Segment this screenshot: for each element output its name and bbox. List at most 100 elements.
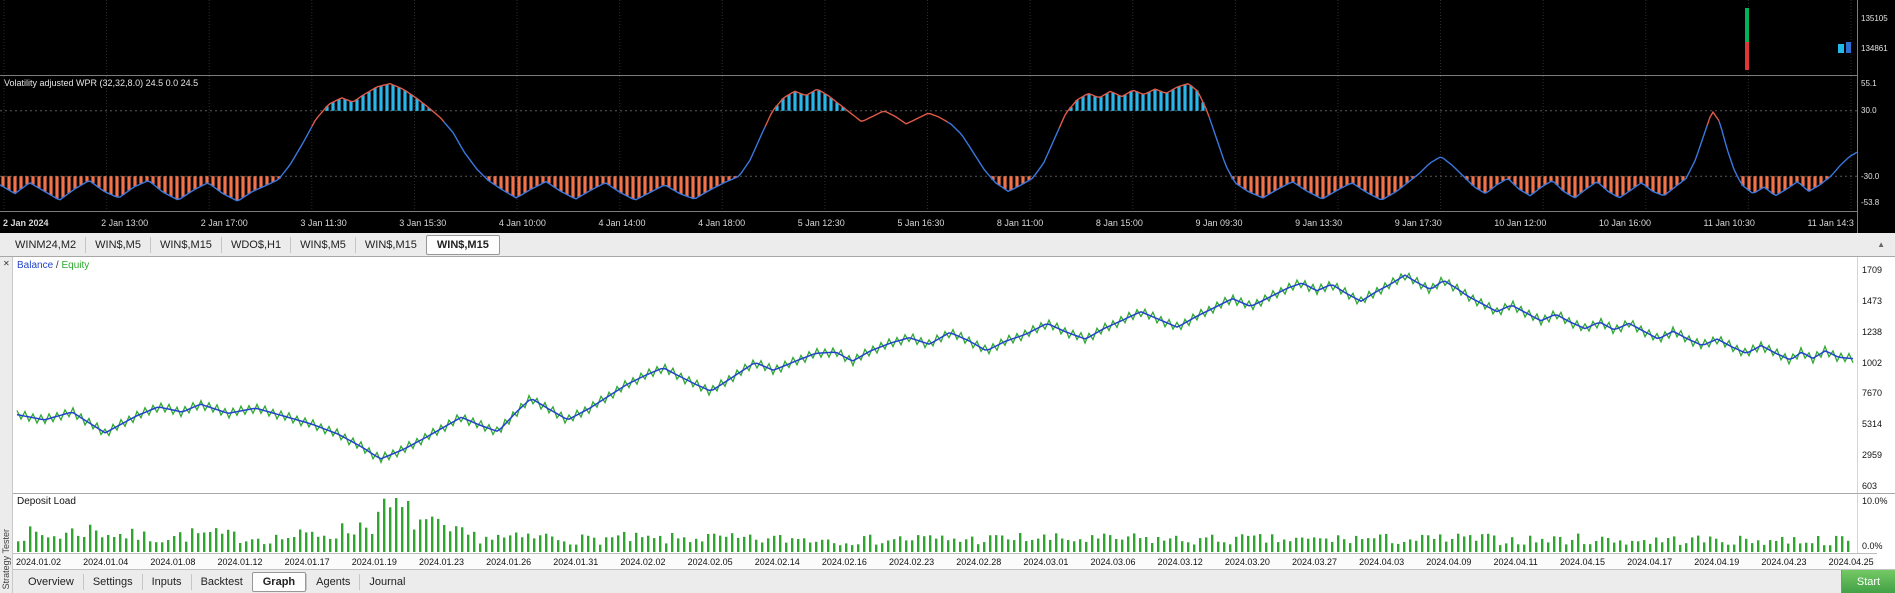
chart-tab[interactable]: WIN$,M5 bbox=[85, 237, 150, 253]
indicator-label: Volatility adjusted WPR (32,32,8.0) 24.5… bbox=[4, 78, 198, 88]
time-axis-label: 9 Jan 17:30 bbox=[1395, 218, 1442, 228]
deposit-axis-min: 0.0% bbox=[1862, 541, 1893, 551]
time-axis-label: 11 Jan 10:30 bbox=[1704, 218, 1755, 228]
date-axis-label: 2024.02.05 bbox=[688, 557, 733, 567]
deposit-axis-max: 10.0% bbox=[1862, 496, 1893, 506]
price-scale-column[interactable]: 135105 134861 55.1 30.0 -30.0 -53.8 bbox=[1857, 0, 1895, 233]
balance-axis-label: 7670 bbox=[1862, 388, 1893, 398]
price-chart-pane[interactable] bbox=[0, 0, 1857, 75]
time-axis-label: 2 Jan 17:00 bbox=[201, 218, 248, 228]
time-axis-label: 3 Jan 11:30 bbox=[300, 218, 346, 228]
chart-tab[interactable]: WIN$,M15 bbox=[355, 237, 426, 253]
indicator-scale-value: 55.1 bbox=[1858, 79, 1895, 88]
chart-corner-icon bbox=[1846, 42, 1851, 53]
time-axis-label: 5 Jan 12:30 bbox=[798, 218, 845, 228]
price-chart-canvas bbox=[0, 0, 1857, 75]
time-axis[interactable]: 2 Jan 2024 2 Jan 13:00 2 Jan 17:00 3 Jan… bbox=[0, 212, 1857, 233]
legend-balance: Balance bbox=[17, 260, 53, 271]
date-axis-label: 2024.04.19 bbox=[1694, 557, 1739, 567]
tester-tab-journal[interactable]: Journal bbox=[359, 574, 414, 590]
tester-tab-backtest[interactable]: Backtest bbox=[191, 574, 252, 590]
date-axis-label: 2024.04.23 bbox=[1761, 557, 1806, 567]
tester-tab-graph[interactable]: Graph bbox=[252, 572, 306, 592]
date-axis-label: 2024.01.26 bbox=[486, 557, 531, 567]
balance-axis: 1709 1473 1238 1002 7670 5314 2959 603 bbox=[1857, 257, 1895, 493]
tab-scroll-icon[interactable]: ▲ bbox=[1877, 240, 1885, 249]
chart-tab[interactable]: WIN$,M15 bbox=[150, 237, 221, 253]
date-axis[interactable]: 2024.01.02 2024.01.04 2024.01.08 2024.01… bbox=[13, 553, 1877, 569]
date-axis-label: 2024.01.31 bbox=[553, 557, 598, 567]
start-button[interactable]: Start bbox=[1841, 570, 1895, 593]
date-axis-label: 2024.02.23 bbox=[889, 557, 934, 567]
time-axis-label: 8 Jan 15:00 bbox=[1096, 218, 1143, 228]
balance-axis-label: 1238 bbox=[1862, 327, 1893, 337]
balance-axis-label: 603 bbox=[1862, 481, 1893, 491]
tester-side-bar: ✕ Strategy Tester bbox=[0, 257, 13, 593]
deposit-load-pane[interactable]: Deposit Load bbox=[13, 494, 1857, 553]
deposit-load-label: Deposit Load bbox=[17, 496, 76, 507]
tester-tab-agents[interactable]: Agents bbox=[306, 574, 359, 590]
date-axis-label: 2024.03.06 bbox=[1091, 557, 1136, 567]
time-axis-label: 2 Jan 13:00 bbox=[101, 218, 148, 228]
deposit-load-canvas bbox=[13, 494, 1857, 553]
legend-equity: Equity bbox=[61, 260, 89, 271]
tester-tab-overview[interactable]: Overview bbox=[19, 574, 83, 590]
chart-tab[interactable]: WINM24,M2 bbox=[6, 237, 85, 253]
time-axis-label: 4 Jan 18:00 bbox=[698, 218, 745, 228]
date-axis-label: 2024.04.15 bbox=[1560, 557, 1605, 567]
date-axis-label: 2024.03.01 bbox=[1023, 557, 1068, 567]
indicator-scale-value: -53.8 bbox=[1858, 198, 1895, 207]
balance-axis-label: 1002 bbox=[1862, 358, 1893, 368]
wpr-indicator-canvas bbox=[0, 76, 1857, 211]
time-axis-label: 11 Jan 14:3 bbox=[1807, 218, 1853, 228]
time-axis-label: 10 Jan 16:00 bbox=[1599, 218, 1651, 228]
chart-corner-icon bbox=[1838, 44, 1844, 53]
strategy-tester-panel: ✕ Strategy Tester Balance / Equity 1709 … bbox=[0, 257, 1895, 593]
time-axis-label: 10 Jan 12:00 bbox=[1494, 218, 1546, 228]
time-axis-label: 4 Jan 14:00 bbox=[598, 218, 645, 228]
time-axis-label: 2 Jan 2024 bbox=[3, 218, 49, 228]
date-axis-label: 2024.03.27 bbox=[1292, 557, 1337, 567]
time-axis-label: 9 Jan 13:30 bbox=[1295, 218, 1342, 228]
tester-panel-title: Strategy Tester bbox=[1, 529, 11, 589]
tester-tab-settings[interactable]: Settings bbox=[83, 574, 142, 590]
time-axis-label: 3 Jan 15:30 bbox=[399, 218, 446, 228]
date-axis-label: 2024.02.14 bbox=[755, 557, 800, 567]
tester-tab-inputs[interactable]: Inputs bbox=[142, 574, 191, 590]
date-axis-label: 2024.02.02 bbox=[620, 557, 665, 567]
indicator-scale-value: 30.0 bbox=[1858, 106, 1895, 115]
date-axis-label: 2024.04.09 bbox=[1426, 557, 1471, 567]
balance-axis-label: 2959 bbox=[1862, 450, 1893, 460]
balance-chart-canvas bbox=[13, 257, 1857, 493]
balance-axis-label: 5314 bbox=[1862, 419, 1893, 429]
deposit-axis: 10.0% 0.0% bbox=[1857, 494, 1895, 553]
date-axis-label: 2024.04.03 bbox=[1359, 557, 1404, 567]
mt5-window: Volatility adjusted WPR (32,32,8.0) 24.5… bbox=[0, 0, 1895, 593]
chart-tab-bar: WINM24,M2 WIN$,M5 WIN$,M15 WDO$,H1 WIN$,… bbox=[0, 233, 1895, 257]
time-axis-label: 4 Jan 10:00 bbox=[499, 218, 546, 228]
date-axis-label: 2024.01.08 bbox=[150, 557, 195, 567]
price-scale-value: 134861 bbox=[1858, 44, 1895, 53]
date-axis-label: 2024.03.20 bbox=[1225, 557, 1270, 567]
close-icon[interactable]: ✕ bbox=[3, 259, 10, 268]
date-axis-label: 2024.01.04 bbox=[83, 557, 128, 567]
date-axis-label: 2024.02.28 bbox=[956, 557, 1001, 567]
date-axis-label: 2024.04.11 bbox=[1493, 557, 1537, 567]
date-axis-label: 2024.01.19 bbox=[352, 557, 397, 567]
chart-tab[interactable]: WDO$,H1 bbox=[221, 237, 290, 253]
candlestick-up bbox=[1745, 8, 1749, 42]
balance-chart-pane[interactable]: Balance / Equity bbox=[13, 257, 1857, 493]
date-axis-label: 2024.04.25 bbox=[1829, 557, 1874, 567]
price-scale-value: 135105 bbox=[1858, 14, 1895, 23]
wpr-indicator-pane[interactable]: Volatility adjusted WPR (32,32,8.0) 24.5… bbox=[0, 76, 1857, 211]
chart-tab-active[interactable]: WIN$,M15 bbox=[426, 235, 500, 255]
date-axis-label: 2024.04.17 bbox=[1627, 557, 1672, 567]
date-axis-label: 2024.02.16 bbox=[822, 557, 867, 567]
chart-tab[interactable]: WIN$,M5 bbox=[290, 237, 355, 253]
date-axis-label: 2024.03.12 bbox=[1158, 557, 1203, 567]
chart-legend: Balance / Equity bbox=[17, 260, 89, 271]
date-axis-label: 2024.01.12 bbox=[217, 557, 262, 567]
candlestick-down bbox=[1745, 42, 1749, 70]
date-axis-label: 2024.01.17 bbox=[285, 557, 330, 567]
tester-tab-bar: Overview Settings Inputs Backtest Graph … bbox=[13, 569, 1895, 593]
